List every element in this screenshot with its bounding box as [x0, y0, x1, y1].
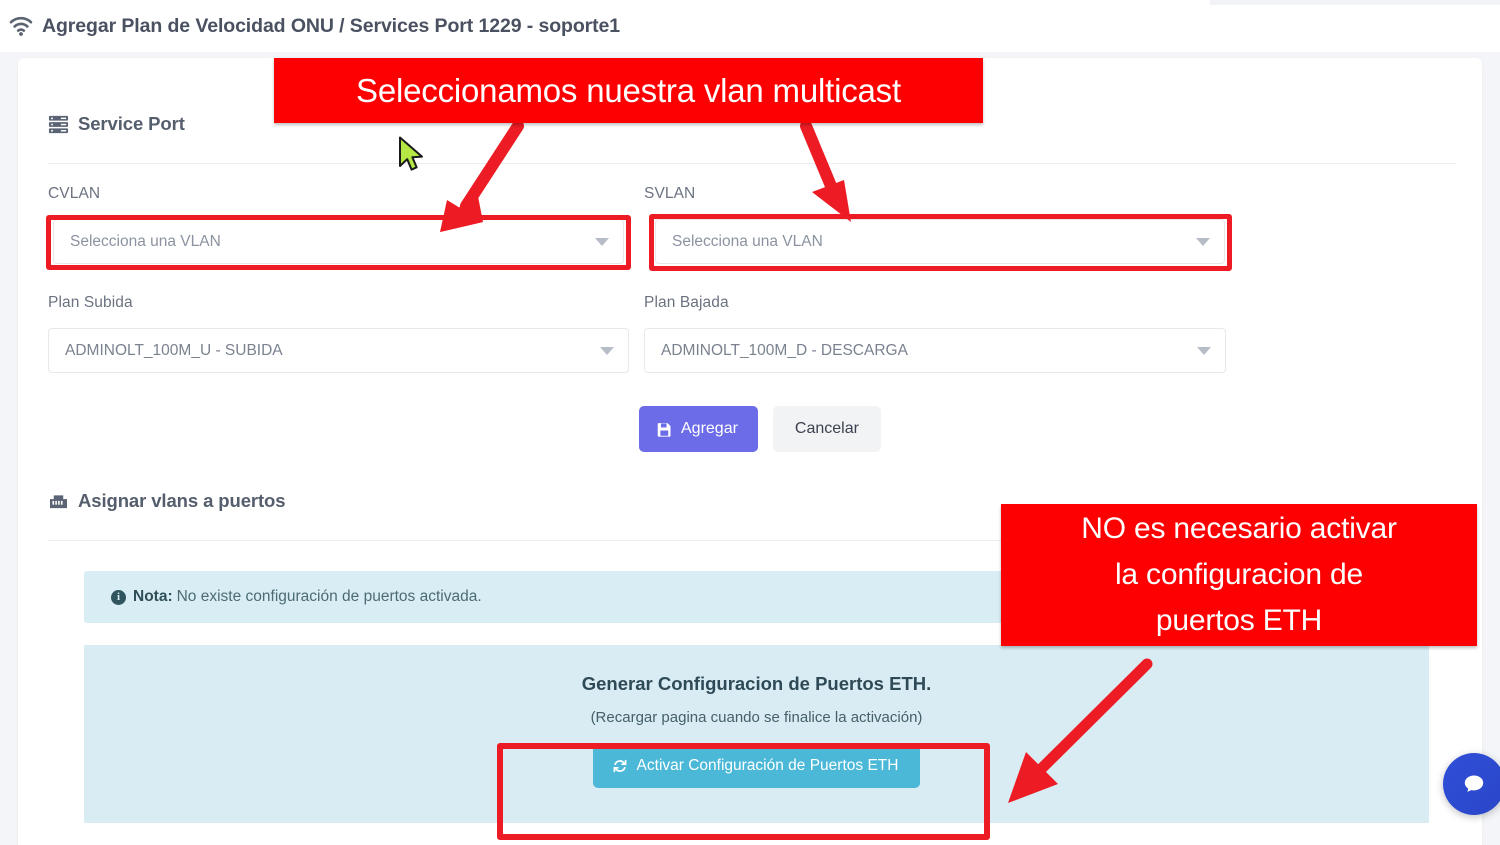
annotation-banner-eth: NO es necesario activar la configuracion… — [1001, 504, 1477, 646]
form-actions: Agregar Cancelar — [639, 406, 881, 452]
annotation-eth-line2: la configuracion de — [1114, 558, 1364, 591]
activar-button-label: Activar Configuración de Puertos ETH — [636, 757, 899, 774]
chevron-down-icon — [1197, 346, 1211, 355]
wifi-icon — [8, 15, 34, 37]
eth-config-panel: Generar Configuracion de Puertos ETH. (R… — [84, 645, 1429, 823]
page-header: Agregar Plan de Velocidad ONU / Services… — [0, 0, 1500, 52]
annotation-banner-vlan: Seleccionamos nuestra vlan multicast — [274, 58, 983, 123]
eth-panel-title: Generar Configuracion de Puertos ETH. — [581, 673, 932, 694]
cvlan-select-value: Selecciona una VLAN — [70, 232, 221, 250]
cancelar-button[interactable]: Cancelar — [772, 406, 881, 452]
top-chrome-strip-left — [0, 0, 1210, 3]
annotation-eth-line1: NO es necesario activar — [1081, 512, 1397, 545]
ethernet-port-icon — [48, 493, 69, 510]
chat-widget-button[interactable] — [1443, 753, 1500, 815]
chevron-down-icon — [595, 237, 609, 246]
save-floppy-icon — [657, 422, 672, 437]
svlan-select-value: Selecciona una VLAN — [672, 232, 823, 250]
annotation-eth-line3: puertos ETH — [1155, 604, 1323, 637]
cvlan-label: CVLAN — [48, 185, 101, 202]
svlan-select[interactable]: Selecciona una VLAN — [655, 219, 1225, 264]
info-icon: i — [111, 589, 126, 605]
chevron-down-icon — [600, 346, 614, 355]
plan-subida-value: ADMINOLT_100M_U - SUBIDA — [65, 341, 283, 359]
page-title: Agregar Plan de Velocidad ONU / Services… — [42, 14, 621, 37]
assign-vlans-title: Asignar vlans a puertos — [78, 490, 286, 511]
activar-puertos-eth-button[interactable]: Activar Configuración de Puertos ETH — [592, 744, 921, 788]
service-port-title: Service Port — [78, 113, 185, 134]
assign-vlans-heading: Asignar vlans a puertos — [48, 490, 286, 512]
plan-bajada-select[interactable]: ADMINOLT_100M_D - DESCARGA — [644, 328, 1226, 373]
service-port-heading: Service Port — [48, 113, 185, 135]
top-chrome-strip-right — [1210, 0, 1500, 5]
agregar-button-label: Agregar — [681, 420, 738, 437]
plan-subida-label: Plan Subida — [48, 294, 133, 311]
eth-panel-subtitle: (Recargar pagina cuando se finalice la a… — [590, 709, 923, 726]
plan-subida-select[interactable]: ADMINOLT_100M_U - SUBIDA — [48, 328, 629, 373]
server-stack-icon — [48, 114, 69, 135]
chevron-down-icon — [1196, 237, 1210, 246]
service-port-divider — [48, 163, 1456, 164]
plan-bajada-label: Plan Bajada — [644, 294, 729, 311]
svlan-label: SVLAN — [644, 185, 696, 202]
page-root: Agregar Plan de Velocidad ONU / Services… — [0, 0, 1500, 845]
nota-text: No existe configuración de puertos activ… — [176, 588, 482, 605]
refresh-sync-icon — [612, 758, 628, 774]
cvlan-select[interactable]: Selecciona una VLAN — [53, 219, 624, 264]
chat-bubble-icon — [1464, 775, 1484, 792]
nota-label: Nota: — [133, 588, 173, 605]
plan-bajada-value: ADMINOLT_100M_D - DESCARGA — [661, 341, 908, 359]
agregar-button[interactable]: Agregar — [639, 406, 758, 452]
